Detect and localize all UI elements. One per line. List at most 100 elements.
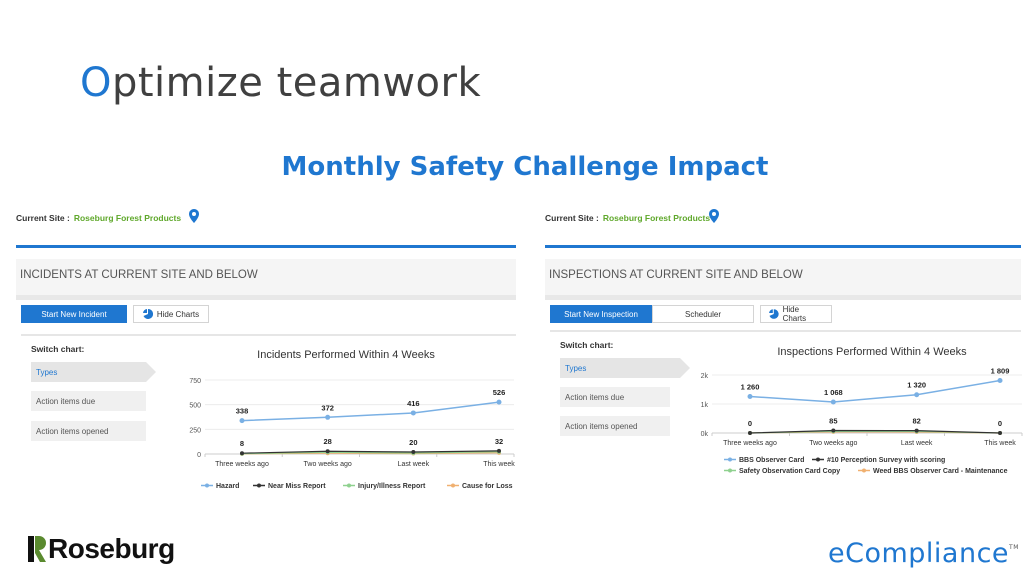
data-point: [748, 431, 752, 435]
chart-title: Incidents Performed Within 4 Weeks: [257, 349, 435, 361]
switch-item-action-items-due[interactable]: Action items due: [560, 387, 670, 407]
legend-item: BBS Observer Card: [724, 457, 804, 464]
legend-marker: [816, 457, 820, 462]
legend-label: Near Miss Report: [268, 483, 326, 490]
data-point: [830, 399, 836, 405]
legend-item: Weed BBS Observer Card - Maintenance: [858, 468, 1008, 475]
data-point: [914, 392, 920, 398]
data-label: 526: [493, 388, 506, 397]
ecompliance-logo: eComplianceTM: [828, 538, 1019, 569]
y-tick-label: 1k: [701, 402, 709, 409]
data-label: 1 260: [741, 382, 760, 391]
switch-chart-label: Switch chart:: [31, 344, 85, 354]
data-label: 8: [240, 439, 244, 448]
switch-item-types[interactable]: Types: [560, 358, 690, 378]
y-tick-label: 750: [189, 378, 201, 385]
incidents-line-chart: Incidents Performed Within 4 Weeks 0 250 50…: [189, 349, 515, 490]
pie-chart-icon: [142, 309, 153, 319]
data-point: [497, 448, 501, 453]
inspections-line-chart: Inspections Performed Within 4 Weeks 0k 1k…: [701, 346, 1023, 475]
data-point: [747, 393, 753, 399]
switch-item-action-items-opened[interactable]: Action items opened: [560, 416, 670, 436]
data-point: [410, 410, 416, 416]
legend-label: Cause for Loss: [462, 483, 513, 490]
y-tick-label: 2k: [701, 373, 709, 380]
legend-marker: [205, 483, 209, 488]
legend-label: BBS Observer Card: [739, 457, 804, 464]
legend-marker: [862, 468, 866, 473]
data-label: 1 809: [991, 367, 1010, 376]
x-tick-label: Last week: [901, 440, 933, 447]
chart-title: Inspections Performed Within 4 Weeks: [777, 346, 967, 358]
data-point: [998, 431, 1002, 435]
y-tick-label: 500: [189, 403, 201, 410]
data-point: [411, 450, 416, 455]
data-label: 0: [998, 419, 1002, 428]
x-tick-label: This week: [483, 461, 515, 468]
legend-marker: [347, 483, 351, 488]
button-group: Start New Inspection Scheduler: [550, 305, 754, 325]
data-label: 82: [912, 417, 920, 426]
header-divider: [16, 245, 516, 248]
incidents-panel: Current Site : Roseburg Forest Products I…: [16, 207, 516, 492]
slide-subtitle: Monthly Safety Challenge Impact: [281, 152, 769, 182]
switch-item-action-items-opened[interactable]: Action items opened: [31, 421, 146, 441]
roseburg-r-mark-icon: [28, 536, 46, 562]
hide-charts-button[interactable]: Hide Charts: [133, 305, 209, 323]
chart-area: Switch chart: Types Action items due Act…: [550, 330, 1023, 492]
switch-chart-label: Switch chart:: [560, 340, 614, 350]
x-tick-label: Last week: [398, 461, 430, 468]
data-label: 85: [829, 417, 837, 426]
data-label: 28: [323, 437, 331, 446]
location-pin-icon: [709, 209, 719, 223]
data-label: 372: [321, 403, 334, 412]
y-tick-label: 250: [189, 427, 201, 434]
start-new-inspection-button[interactable]: Start New Inspection: [550, 305, 652, 323]
data-label: 20: [409, 438, 417, 447]
data-point: [325, 414, 331, 420]
switch-item-action-items-due[interactable]: Action items due: [31, 391, 146, 411]
legend-item: Cause for Loss: [447, 483, 513, 490]
scheduler-button[interactable]: Scheduler: [652, 305, 754, 323]
legend-marker: [257, 483, 261, 488]
switch-item-types[interactable]: Types: [31, 362, 156, 382]
current-site: Current Site : Roseburg Forest Products: [545, 209, 719, 223]
current-site: Current Site : Roseburg Forest Products: [16, 209, 199, 223]
toolbar: Start New Incident Hide Charts: [21, 305, 215, 325]
legend-item: Hazard: [201, 483, 239, 490]
legend-item: Safety Observation Card Copy: [724, 468, 840, 475]
legend-label: Safety Observation Card Copy: [739, 468, 840, 475]
legend-label: #10 Perception Survey with scoring: [827, 457, 945, 464]
legend-marker: [728, 468, 732, 473]
data-label: 338: [236, 407, 249, 416]
legend-label: Injury/Illness Report: [358, 483, 426, 490]
data-label: 32: [495, 437, 503, 446]
data-label: 1 320: [907, 381, 926, 390]
section-header: INCIDENTS AT CURRENT SITE AND BELOW: [16, 259, 516, 300]
x-tick-label: Two weeks ago: [809, 440, 857, 447]
site-name[interactable]: Roseburg Forest Products: [603, 213, 710, 223]
legend-marker: [451, 483, 455, 488]
data-point: [325, 449, 330, 454]
slide-title: Optimize teamwork: [80, 60, 482, 106]
chart-area: Switch chart: Types Action items due Act…: [21, 334, 516, 492]
legend-label: Hazard: [216, 483, 239, 490]
data-point: [831, 428, 836, 433]
data-point: [240, 451, 244, 456]
inspections-panel: Current Site : Roseburg Forest Products I…: [545, 207, 1023, 492]
series-line: [749, 379, 1001, 403]
hide-charts-button[interactable]: Hide Charts: [760, 305, 832, 323]
roseburg-logo: Roseburg: [28, 533, 175, 565]
toolbar: Start New Inspection Scheduler Hide Char…: [550, 305, 838, 325]
data-label: 1 068: [824, 388, 843, 397]
legend-item: Injury/Illness Report: [343, 483, 426, 490]
site-name[interactable]: Roseburg Forest Products: [74, 213, 181, 223]
data-point: [239, 418, 245, 424]
y-tick-label: 0k: [701, 431, 709, 438]
header-divider: [545, 245, 1021, 248]
data-point: [496, 399, 502, 405]
start-new-incident-button[interactable]: Start New Incident: [21, 305, 127, 323]
legend-label: Weed BBS Observer Card - Maintenance: [873, 468, 1008, 475]
x-tick-label: This week: [984, 440, 1016, 447]
pie-chart-icon: [769, 309, 779, 319]
